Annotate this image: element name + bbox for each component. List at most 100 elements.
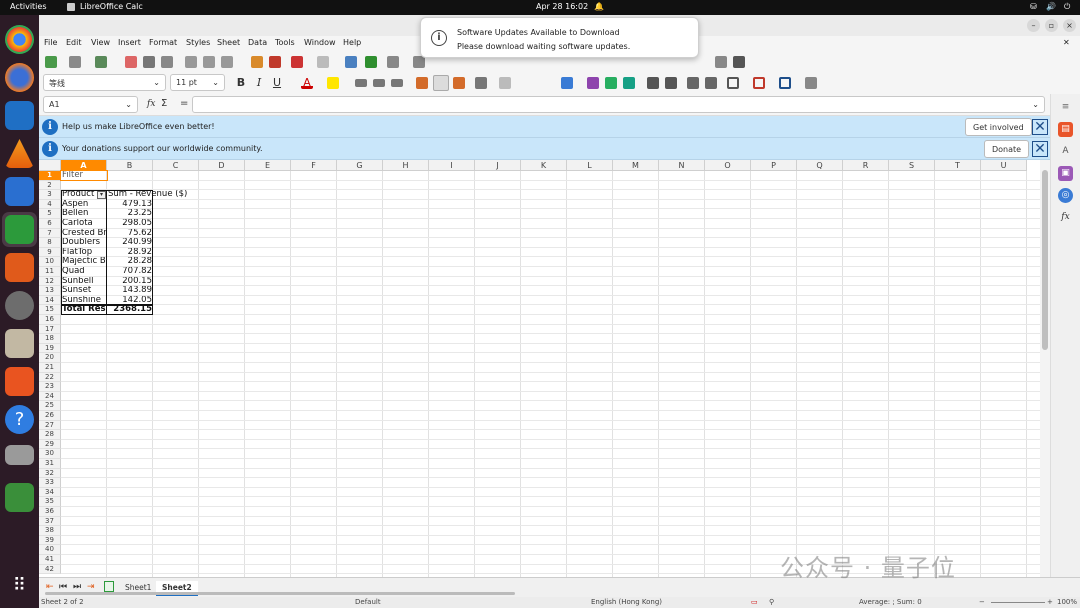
show-apps-icon[interactable]: ⠿ bbox=[5, 571, 34, 600]
zoom-slider[interactable] bbox=[991, 602, 1045, 603]
spelling-icon[interactable] bbox=[365, 56, 377, 68]
select-all-corner[interactable] bbox=[39, 160, 61, 171]
row-header[interactable]: 40 bbox=[39, 545, 61, 555]
styles-icon[interactable]: A bbox=[1058, 144, 1073, 159]
name-box[interactable]: A1 ⌄ bbox=[43, 96, 138, 113]
currency-icon[interactable] bbox=[561, 77, 573, 89]
percent-icon[interactable] bbox=[587, 77, 599, 89]
underline-icon[interactable]: U bbox=[271, 77, 283, 89]
close-button[interactable]: × bbox=[1063, 19, 1076, 32]
copy-icon[interactable] bbox=[203, 56, 215, 68]
signature-icon[interactable]: ⚲ bbox=[769, 598, 774, 606]
close-icon[interactable]: ✕ bbox=[1032, 119, 1048, 135]
writer-icon[interactable] bbox=[5, 177, 34, 206]
increase-indent-icon[interactable] bbox=[687, 77, 699, 89]
language[interactable]: English (Hong Kong) bbox=[591, 598, 662, 606]
row-header[interactable]: 17 bbox=[39, 324, 61, 335]
menu-icon[interactable]: ≡ bbox=[1058, 100, 1073, 115]
column-header[interactable]: M bbox=[613, 160, 659, 171]
row-header[interactable]: 9 bbox=[39, 247, 61, 258]
functions-icon[interactable]: fx bbox=[1058, 210, 1073, 225]
border-style-icon[interactable] bbox=[753, 77, 765, 89]
next-sheet-icon[interactable]: ⏭ bbox=[73, 582, 81, 592]
summary[interactable]: Average: ; Sum: 0 bbox=[859, 598, 922, 606]
vertical-scrollbar[interactable] bbox=[1040, 160, 1050, 577]
align-top-icon[interactable] bbox=[416, 77, 428, 89]
row-header[interactable]: 42 bbox=[39, 564, 61, 575]
row-header[interactable]: 21 bbox=[39, 363, 61, 373]
italic-icon[interactable]: I bbox=[253, 77, 265, 89]
close-icon[interactable]: ✕ bbox=[1032, 141, 1048, 157]
selection-mode-icon[interactable]: ▭ bbox=[751, 598, 758, 606]
row-header[interactable]: 20 bbox=[39, 353, 61, 363]
row-header[interactable]: 25 bbox=[39, 401, 61, 411]
activities-button[interactable]: Activities bbox=[10, 2, 47, 11]
row-header[interactable]: 41 bbox=[39, 555, 61, 565]
row-header[interactable]: 6 bbox=[39, 219, 61, 229]
sheet-position[interactable]: Sheet 2 of 2 bbox=[41, 598, 84, 606]
add-sheet-icon[interactable] bbox=[104, 581, 114, 592]
row-header[interactable]: 10 bbox=[39, 257, 61, 267]
row-icon[interactable] bbox=[387, 56, 399, 68]
row-header[interactable]: 15 bbox=[39, 305, 61, 315]
column-header[interactable]: L bbox=[567, 160, 613, 171]
row-header[interactable]: 4 bbox=[39, 199, 61, 210]
zoom-level[interactable]: 100% bbox=[1057, 598, 1077, 606]
font-size-dropdown[interactable]: 11 pt ⌄ bbox=[170, 74, 225, 91]
row-header[interactable]: 3 bbox=[39, 190, 61, 200]
row-header[interactable]: 11 bbox=[39, 267, 61, 277]
font-color-icon[interactable]: A bbox=[301, 77, 313, 89]
row-header[interactable]: 16 bbox=[39, 315, 61, 325]
row-header[interactable]: 24 bbox=[39, 391, 61, 402]
row-header[interactable]: 34 bbox=[39, 487, 61, 498]
column-header[interactable]: U bbox=[981, 160, 1027, 171]
chrome-icon[interactable] bbox=[5, 25, 34, 54]
delete-decimal-icon[interactable] bbox=[665, 77, 677, 89]
row-header[interactable]: 1 bbox=[39, 171, 61, 181]
app-center-icon[interactable] bbox=[5, 367, 34, 396]
column-header[interactable]: T bbox=[935, 160, 981, 171]
row-header[interactable]: 30 bbox=[39, 449, 61, 459]
align-right-icon[interactable] bbox=[391, 79, 403, 87]
row-header[interactable]: 13 bbox=[39, 286, 61, 296]
column-header[interactable]: D bbox=[199, 160, 245, 171]
row-header[interactable]: 2 bbox=[39, 180, 61, 191]
column-header[interactable]: B bbox=[107, 160, 153, 171]
prev-sheet-icon[interactable]: ⏮ bbox=[59, 582, 67, 592]
menu-tools[interactable]: Tools bbox=[275, 38, 295, 47]
border-color-icon[interactable] bbox=[779, 77, 791, 89]
borders-icon[interactable] bbox=[727, 77, 739, 89]
vlc-icon[interactable] bbox=[5, 139, 34, 168]
menu-data[interactable]: Data bbox=[248, 38, 267, 47]
menu-styles[interactable]: Styles bbox=[186, 38, 210, 47]
date-format-icon[interactable] bbox=[623, 77, 635, 89]
page-style[interactable]: Default bbox=[355, 598, 381, 606]
row-header[interactable]: 36 bbox=[39, 507, 61, 517]
column-header[interactable]: G bbox=[337, 160, 383, 171]
new-icon[interactable] bbox=[45, 56, 57, 68]
merge-icon[interactable] bbox=[499, 77, 511, 89]
row-header[interactable]: 8 bbox=[39, 238, 61, 248]
row-header[interactable]: 27 bbox=[39, 420, 61, 431]
function-wizard-icon[interactable]: fx bbox=[147, 99, 155, 109]
column-header[interactable]: E bbox=[245, 160, 291, 171]
scroll-thumb[interactable] bbox=[1042, 170, 1048, 350]
menu-edit[interactable]: Edit bbox=[66, 38, 82, 47]
navigator-icon[interactable]: ◎ bbox=[1058, 188, 1073, 203]
redo-icon[interactable] bbox=[317, 56, 329, 68]
maximize-button[interactable]: ▫ bbox=[1045, 19, 1058, 32]
save-icon[interactable] bbox=[95, 56, 107, 68]
network-icon[interactable]: ⛁ bbox=[1030, 2, 1037, 11]
gimp-icon[interactable] bbox=[5, 291, 34, 320]
column-header[interactable]: S bbox=[889, 160, 935, 171]
column-icon[interactable] bbox=[413, 56, 425, 68]
formula-input[interactable]: ⌄ bbox=[192, 96, 1045, 113]
sum-icon[interactable]: Σ bbox=[161, 98, 167, 109]
row-header[interactable]: 33 bbox=[39, 478, 61, 488]
row-header[interactable]: 5 bbox=[39, 209, 61, 219]
first-sheet-icon[interactable]: ⇤ bbox=[46, 582, 54, 592]
help-icon[interactable]: ? bbox=[5, 405, 34, 434]
row-header[interactable]: 14 bbox=[39, 295, 61, 306]
print-preview-icon[interactable] bbox=[161, 56, 173, 68]
conditional-format-icon[interactable] bbox=[805, 77, 817, 89]
